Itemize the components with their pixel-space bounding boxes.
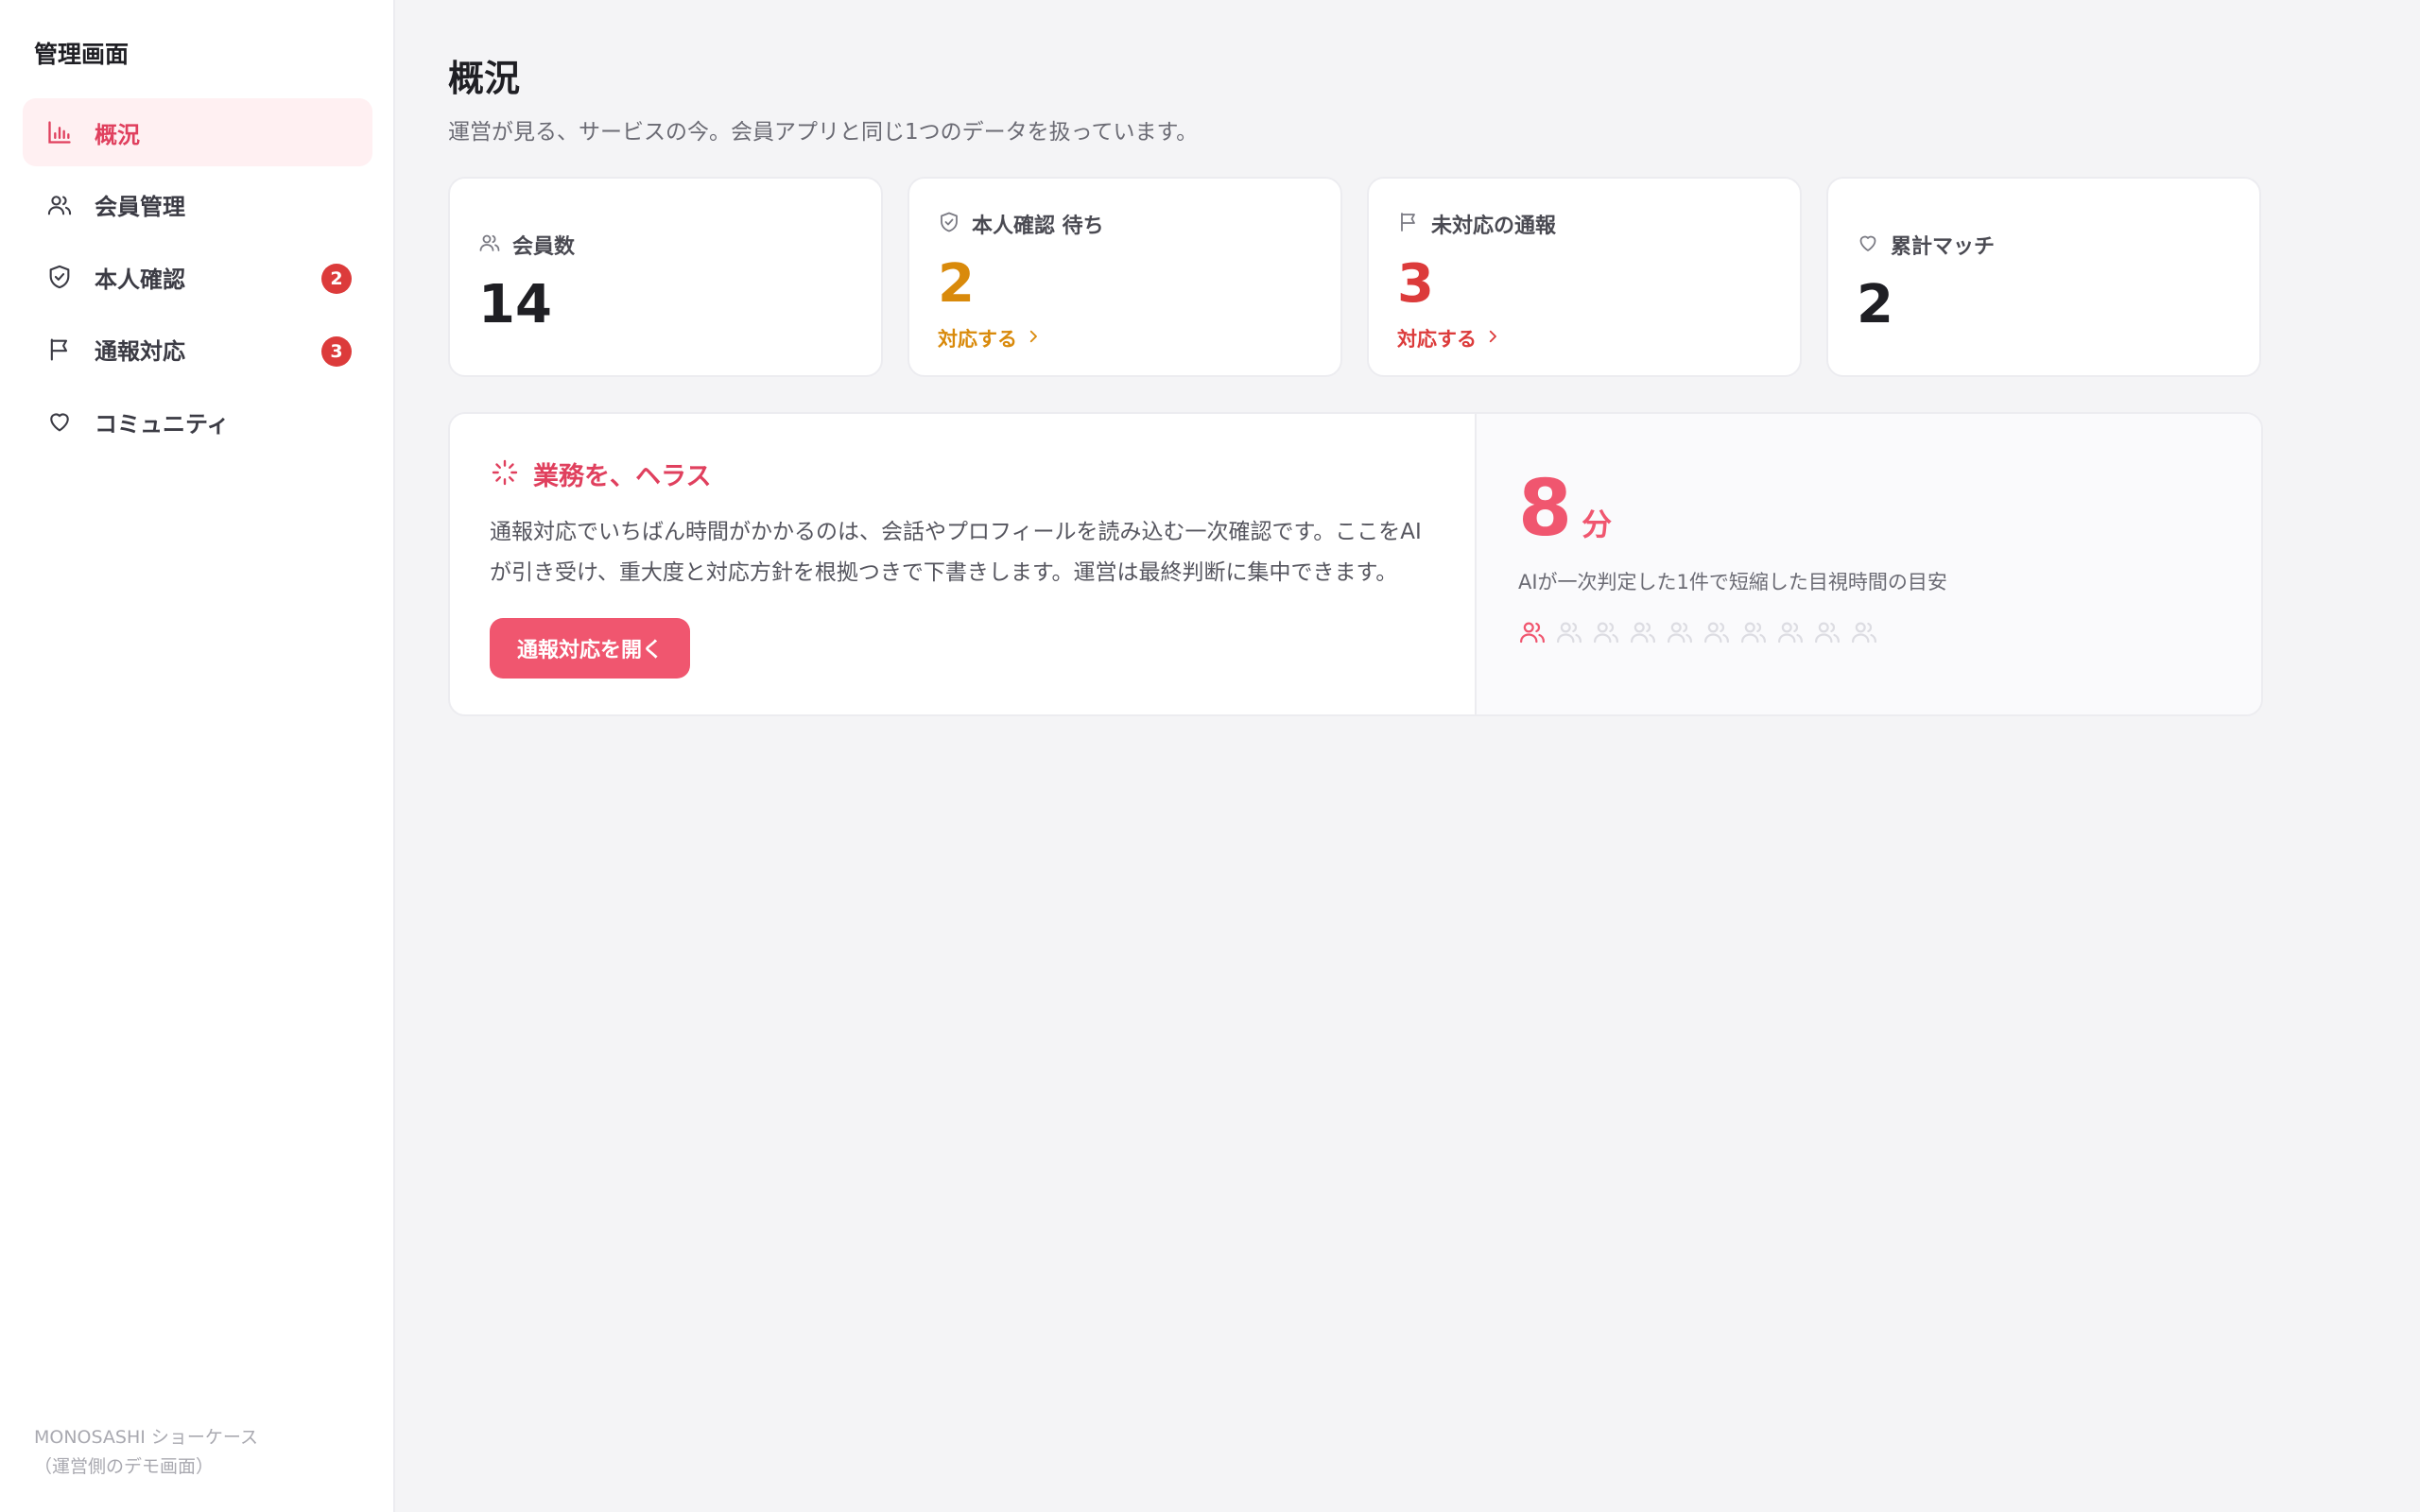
- time-saved-metric-panel: 8 分 AIが一次判定した1件で短縮した目視時間の目安: [1475, 414, 2261, 714]
- stat-card-reports: 未対応の通報 3 対応する: [1367, 177, 1802, 377]
- sidebar-item-label: 通報対応: [95, 338, 185, 365]
- stat-label: 未対応の通報: [1431, 215, 1557, 238]
- stat-card-head: 会員数: [478, 230, 575, 260]
- users-icon: [1629, 618, 1657, 646]
- heart-icon: [45, 407, 74, 436]
- flag-icon: [45, 335, 74, 364]
- sidebar-item-community[interactable]: コミュニティ: [23, 387, 372, 455]
- verification-count-badge: 2: [321, 264, 352, 294]
- stat-value: 2: [1857, 274, 1893, 335]
- ai-feature-panel: 業務を、ヘラス 通報対応でいちばん時間がかかるのは、会話やプロフィールを読み込む…: [448, 412, 2263, 716]
- open-reports-button[interactable]: 通報対応を開く: [490, 618, 690, 679]
- sidebar-item-verification[interactable]: 本人確認 2: [23, 243, 372, 311]
- stat-value: 3: [1397, 253, 1434, 315]
- stat-card-members: 会員数 14: [448, 177, 883, 377]
- people-indicator-row: [1518, 618, 1887, 646]
- users-icon: [1776, 618, 1805, 646]
- sidebar-title: 管理画面: [34, 41, 130, 68]
- verification-action-link[interactable]: 対応する: [938, 324, 1042, 352]
- page-subtitle: 運営が見る、サービスの今。会員アプリと同じ1つのデータを扱っています。: [448, 120, 1199, 145]
- stat-label: 本人確認 待ち: [972, 215, 1104, 238]
- stat-card-verification: 本人確認 待ち 2 対応する: [908, 177, 1342, 377]
- stat-card-head: 累計マッチ: [1857, 230, 1995, 260]
- chevron-right-icon: [1017, 327, 1042, 350]
- shield-check-icon: [938, 211, 960, 237]
- sidebar-item-members[interactable]: 会員管理: [23, 171, 372, 239]
- page-title: 概況: [448, 58, 521, 99]
- stat-value: 2: [938, 253, 975, 315]
- users-icon: [45, 191, 74, 219]
- users-icon: [1666, 618, 1694, 646]
- chevron-right-icon: [1477, 327, 1501, 350]
- users-icon: [1850, 618, 1878, 646]
- users-icon: [1518, 618, 1547, 646]
- footer-line: （運営側のデモ画面）: [34, 1456, 215, 1477]
- stat-card-head: 未対応の通報: [1397, 209, 1556, 239]
- sidebar-item-label: 本人確認: [95, 266, 185, 293]
- heart-icon: [1857, 232, 1879, 258]
- flag-icon: [1397, 211, 1420, 237]
- feature-heading: 業務を、ヘラス: [490, 455, 711, 492]
- users-icon: [1739, 618, 1768, 646]
- sidebar-item-label: コミュニティ: [95, 410, 230, 438]
- metric-value: 8: [1518, 464, 1573, 554]
- sparkle-loader-icon: [490, 457, 520, 491]
- stat-label: 累計マッチ: [1891, 235, 1996, 259]
- sidebar-nav: 概況 会員管理 本人確認 2 通報対応 3 コミュニティ: [23, 98, 372, 460]
- stat-value: 14: [478, 274, 552, 335]
- sidebar-item-reports[interactable]: 通報対応 3: [23, 316, 372, 384]
- metric-unit: 分: [1582, 507, 1613, 542]
- bar-chart-icon: [45, 118, 74, 146]
- users-icon: [1555, 618, 1583, 646]
- time-saved-metric: 8 分: [1518, 471, 1612, 548]
- action-link-label: 対応する: [1397, 328, 1477, 351]
- sidebar-item-label: 会員管理: [95, 194, 185, 220]
- sidebar: 管理画面 概況 会員管理 本人確認 2 通報対応 3 コミュニティ MONOSA…: [0, 0, 395, 1512]
- feature-title: 業務を、ヘラス: [533, 462, 712, 491]
- stat-label: 会員数: [512, 235, 576, 259]
- users-icon: [478, 232, 501, 258]
- sidebar-item-label: 概況: [95, 121, 140, 148]
- footer-line: MONOSASHI ショーケース: [34, 1427, 258, 1448]
- metric-caption: AIが一次判定した1件で短縮した目視時間の目安: [1518, 571, 1947, 593]
- reports-action-link[interactable]: 対応する: [1397, 324, 1501, 352]
- feature-description: 通報対応でいちばん時間がかかるのは、会話やプロフィールを読み込む一次確認です。こ…: [490, 520, 1422, 585]
- action-link-label: 対応する: [938, 328, 1017, 351]
- sidebar-footer: MONOSASHI ショーケース （運営側のデモ画面）: [34, 1423, 258, 1482]
- sidebar-item-overview[interactable]: 概況: [23, 98, 372, 166]
- users-icon: [1813, 618, 1841, 646]
- users-icon: [1703, 618, 1731, 646]
- users-icon: [1592, 618, 1620, 646]
- reports-count-badge: 3: [321, 335, 352, 367]
- shield-check-icon: [45, 263, 74, 291]
- stat-card-head: 本人確認 待ち: [938, 209, 1104, 239]
- stat-card-matches: 累計マッチ 2: [1826, 177, 2261, 377]
